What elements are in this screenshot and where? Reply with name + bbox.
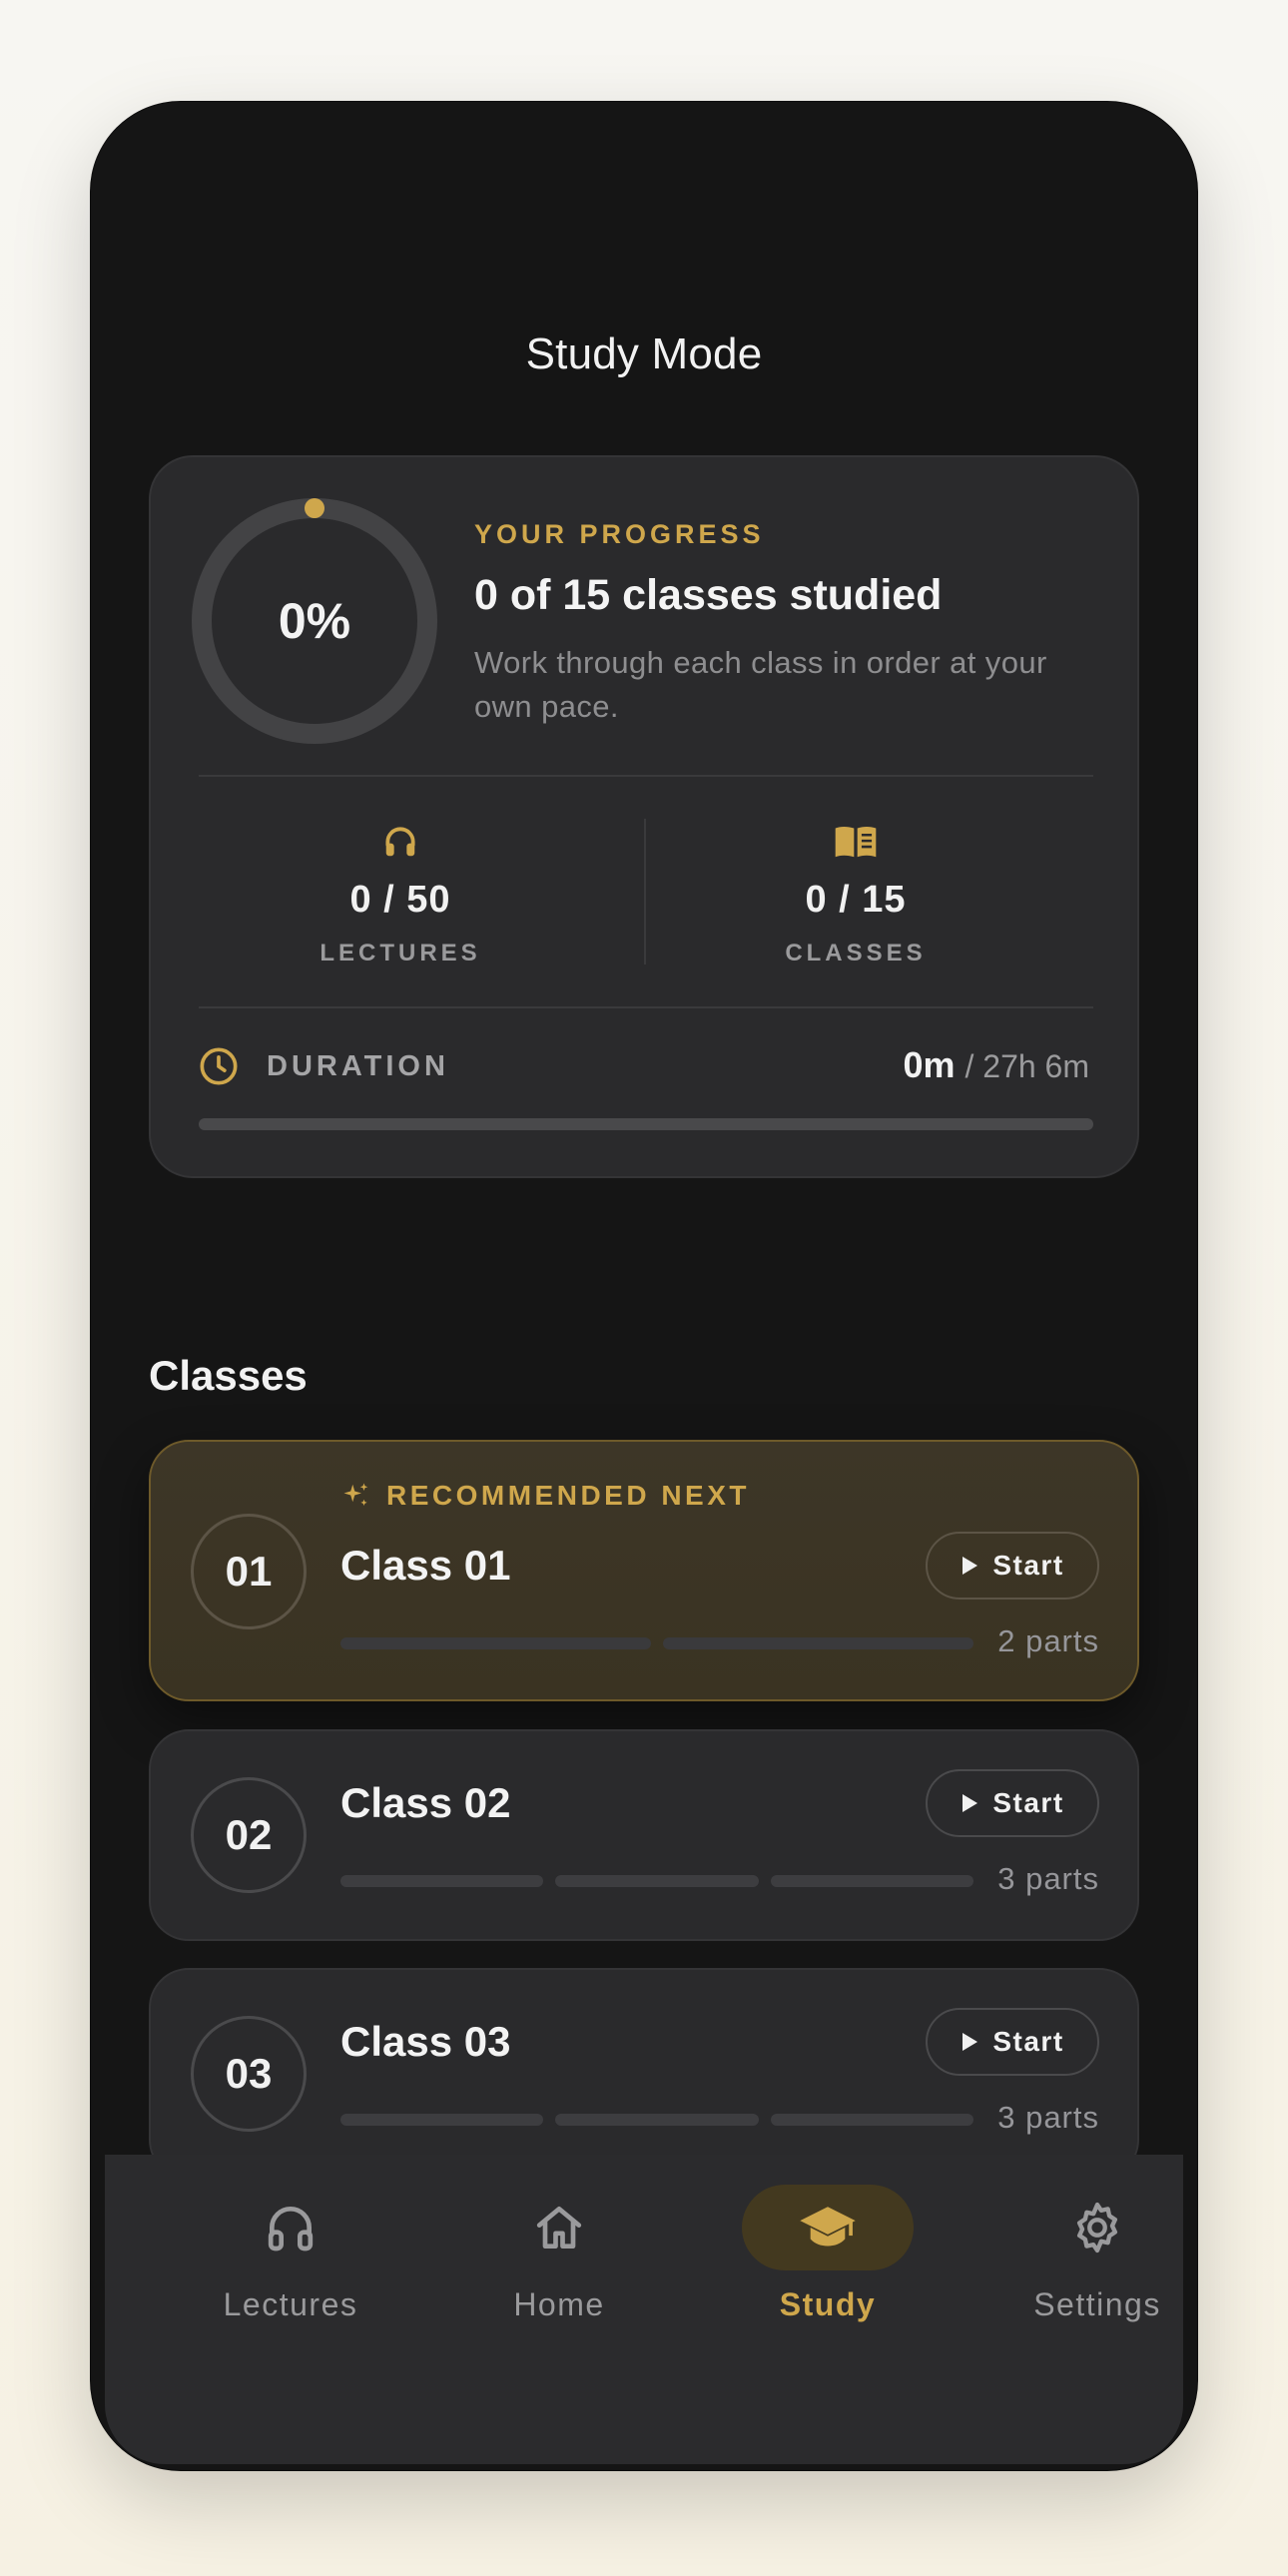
tab-label: Study — [779, 2286, 877, 2322]
class-parts-count: 2 parts — [997, 1623, 1099, 1658]
tab-home[interactable]: Home — [429, 2185, 689, 2323]
active-tab-indicator — [742, 2185, 914, 2270]
clock-icon — [200, 1047, 238, 1085]
class-number: 02 — [191, 1777, 307, 1893]
phone-frame: Study Mode 0% YOUR PROGRESS 0 of 15 clas… — [91, 102, 1197, 2470]
class-part-progress — [340, 1875, 973, 1887]
part-segment — [663, 1637, 973, 1649]
tab-lectures[interactable]: Lectures — [161, 2185, 420, 2323]
progress-heading: 0 of 15 classes studied — [474, 571, 943, 619]
class-parts-count: 3 parts — [997, 2100, 1099, 2135]
headphones-icon — [385, 827, 415, 857]
play-icon — [963, 1794, 978, 1812]
classes-heading: Classes — [149, 1352, 308, 1399]
tab-label: Lectures — [223, 2286, 358, 2322]
class-name: Class 01 — [340, 1542, 511, 1589]
start-button-label: Start — [992, 1550, 1064, 1581]
classes-stat: 0 / 15 CLASSES — [646, 821, 1065, 967]
tab-label: Home — [513, 2286, 605, 2322]
headphones-icon — [268, 2207, 314, 2252]
start-button-label: Start — [992, 2026, 1064, 2057]
start-button[interactable]: Start — [926, 1769, 1099, 1837]
divider — [199, 775, 1093, 777]
lectures-count: 0 / 50 — [349, 879, 451, 921]
tab-study[interactable]: Study — [698, 2185, 958, 2323]
tab-settings[interactable]: Settings — [967, 2185, 1197, 2323]
part-segment — [555, 1875, 759, 1887]
page-title: Study Mode — [525, 329, 763, 378]
duration-total: / 27h 6m — [965, 1048, 1089, 1084]
duration-progress-bar — [199, 1118, 1093, 1130]
tab-label: Settings — [1033, 2286, 1161, 2322]
class-card-01[interactable]: 01 RECOMMENDED NEXT Class 01 Start 2 par… — [149, 1440, 1139, 1701]
progress-percent: 0% — [278, 593, 351, 649]
part-segment — [340, 1875, 544, 1887]
part-segment — [555, 2114, 759, 2126]
duration-current: 0m — [903, 1044, 956, 1085]
progress-kicker: YOUR PROGRESS — [474, 519, 765, 549]
start-button[interactable]: Start — [926, 1532, 1099, 1600]
bottom-tab-bar: Lectures Home Study Settings — [105, 2155, 1183, 2464]
class-name: Class 02 — [340, 1779, 511, 1826]
study-screen: Study Mode 0% YOUR PROGRESS 0 of 15 clas… — [91, 102, 1197, 2470]
part-segment — [340, 1637, 651, 1649]
part-segment — [340, 2114, 544, 2126]
home-icon — [536, 2207, 582, 2249]
recommended-label: RECOMMENDED NEXT — [386, 1480, 751, 1511]
class-name: Class 03 — [340, 2018, 511, 2065]
recommended-badge: RECOMMENDED NEXT — [340, 1480, 750, 1512]
class-card-02[interactable]: 02 Class 02 Start 3 parts — [149, 1729, 1139, 1941]
part-segment — [770, 1875, 973, 1887]
part-segment — [770, 2114, 973, 2126]
class-part-progress — [340, 2114, 973, 2126]
progress-card: 0% YOUR PROGRESS 0 of 15 classes studied… — [149, 455, 1139, 1178]
duration-label: DURATION — [267, 1050, 449, 1082]
classes-count: 0 / 15 — [805, 879, 907, 921]
start-button[interactable]: Start — [926, 2008, 1099, 2076]
gear-icon — [1076, 2202, 1118, 2254]
divider — [199, 1006, 1093, 1008]
class-card-03[interactable]: 03 Class 03 Start 3 parts — [149, 1968, 1139, 2180]
class-number: 03 — [191, 2016, 307, 2132]
duration-value: 0m / 27h 6m — [903, 1044, 1089, 1086]
play-icon — [963, 1557, 978, 1575]
graduation-cap-icon — [800, 2207, 856, 2247]
lectures-label: LECTURES — [320, 940, 481, 966]
start-button-label: Start — [992, 1787, 1064, 1818]
class-number: 01 — [191, 1514, 307, 1629]
class-parts-count: 3 parts — [997, 1861, 1099, 1896]
class-part-progress — [340, 1637, 973, 1649]
progress-subtitle: Work through each class in order at your… — [474, 645, 1047, 724]
lectures-stat: 0 / 50 LECTURES — [191, 821, 610, 967]
sparkle-icon — [343, 1483, 368, 1506]
classes-label: CLASSES — [785, 940, 927, 966]
play-icon — [963, 2033, 978, 2051]
book-icon — [835, 826, 877, 858]
